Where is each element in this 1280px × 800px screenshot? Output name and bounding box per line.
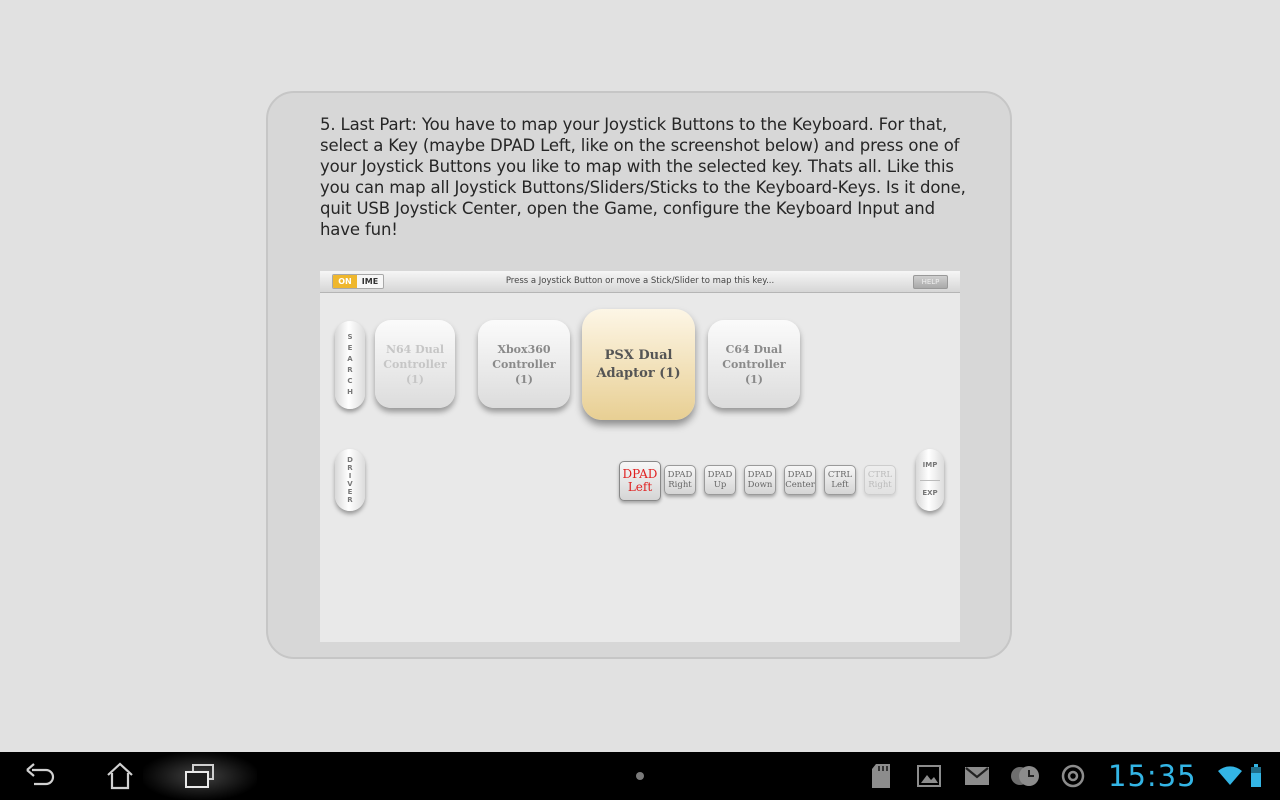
controller-label-line: Xbox360 (497, 342, 551, 356)
key-dpad-up[interactable]: DPAD Up (704, 465, 736, 495)
key-label-line: Left (831, 480, 849, 490)
controller-label-line: N64 Dual (385, 342, 445, 356)
driver-letter: E (347, 488, 353, 496)
key-label-line: DPAD (707, 470, 733, 480)
controller-c64[interactable]: C64 Dual Controller (1) (708, 320, 800, 408)
driver-letter: D (347, 456, 353, 464)
key-dpad-right[interactable]: DPAD Right (664, 465, 696, 495)
home-icon[interactable] (100, 752, 140, 800)
alarm-clock-icon (1008, 752, 1042, 800)
wifi-icon (1216, 752, 1244, 800)
recent-apps-icon[interactable] (180, 752, 220, 800)
controller-xbox360[interactable]: Xbox360 Controller (1) (478, 320, 570, 408)
key-dpad-center[interactable]: DPAD Center (784, 465, 816, 495)
search-letter: S (347, 333, 353, 341)
key-ctrl-right[interactable]: CTRL Right (864, 465, 896, 495)
battery-icon (1246, 752, 1266, 800)
key-dpad-left-selected[interactable]: DPAD Left (619, 461, 661, 501)
key-label-line: Left (627, 480, 653, 494)
status-clock: 15:35 (1108, 759, 1197, 793)
key-label-line: Right (868, 480, 892, 490)
help-button[interactable]: HELP (913, 275, 948, 289)
key-label-line: Center (785, 480, 815, 490)
imp-exp-divider (920, 480, 940, 481)
key-label-line: DPAD (787, 470, 813, 480)
asus-icon (1058, 752, 1088, 800)
export-label[interactable]: EXP (916, 489, 944, 497)
driver-button[interactable]: D R I V E R (335, 449, 365, 511)
search-letter: H (347, 388, 353, 396)
gallery-icon (914, 752, 944, 800)
key-label-line: DPAD (667, 470, 693, 480)
menu-dot-icon[interactable] (630, 752, 650, 800)
gmail-icon (962, 752, 992, 800)
key-label-line: Down (747, 480, 773, 490)
key-label-line: DPAD (747, 470, 773, 480)
import-label[interactable]: IMP (916, 461, 944, 469)
embedded-screenshot: ON IME Press a Joystick Button or move a… (320, 271, 960, 642)
controller-label-line: (1) (514, 372, 534, 386)
back-icon[interactable] (20, 752, 60, 800)
key-label-line: Right (668, 480, 692, 490)
key-label-line: CTRL (867, 470, 893, 480)
controller-label-line: Controller (722, 357, 786, 371)
controller-psx-selected[interactable]: PSX Dual Adaptor (1) (582, 309, 695, 420)
driver-letter: R (347, 496, 353, 504)
driver-letter: V (347, 480, 353, 488)
driver-letter: R (347, 464, 353, 472)
controller-label-line: C64 Dual (725, 342, 783, 356)
search-letter: C (347, 377, 353, 385)
controller-label-line: (1) (405, 372, 425, 386)
key-label-line: CTRL (827, 470, 853, 480)
search-button[interactable]: S E A R C H (335, 321, 365, 409)
controller-label-line: Adaptor (1) (596, 365, 681, 381)
controller-label-line: Controller (383, 357, 447, 371)
search-letter: E (347, 344, 353, 352)
app-top-bar: ON IME Press a Joystick Button or move a… (320, 271, 960, 293)
driver-letter: I (348, 472, 352, 480)
key-ctrl-left[interactable]: CTRL Left (824, 465, 856, 495)
tutorial-text: 5. Last Part: You have to map your Joyst… (320, 115, 966, 239)
controller-label-line: Controller (492, 357, 556, 371)
sd-card-icon (866, 752, 896, 800)
search-letter: R (347, 366, 353, 374)
mapping-prompt: Press a Joystick Button or move a Stick/… (505, 276, 775, 286)
key-dpad-down[interactable]: DPAD Down (744, 465, 776, 495)
controller-n64[interactable]: N64 Dual Controller (1) (375, 320, 455, 408)
search-letter: A (347, 355, 353, 363)
import-export-button[interactable]: IMP EXP (916, 449, 944, 511)
key-label-line: Up (713, 480, 727, 490)
controller-label-line: PSX Dual (604, 347, 673, 363)
controller-label-line: (1) (744, 372, 764, 386)
